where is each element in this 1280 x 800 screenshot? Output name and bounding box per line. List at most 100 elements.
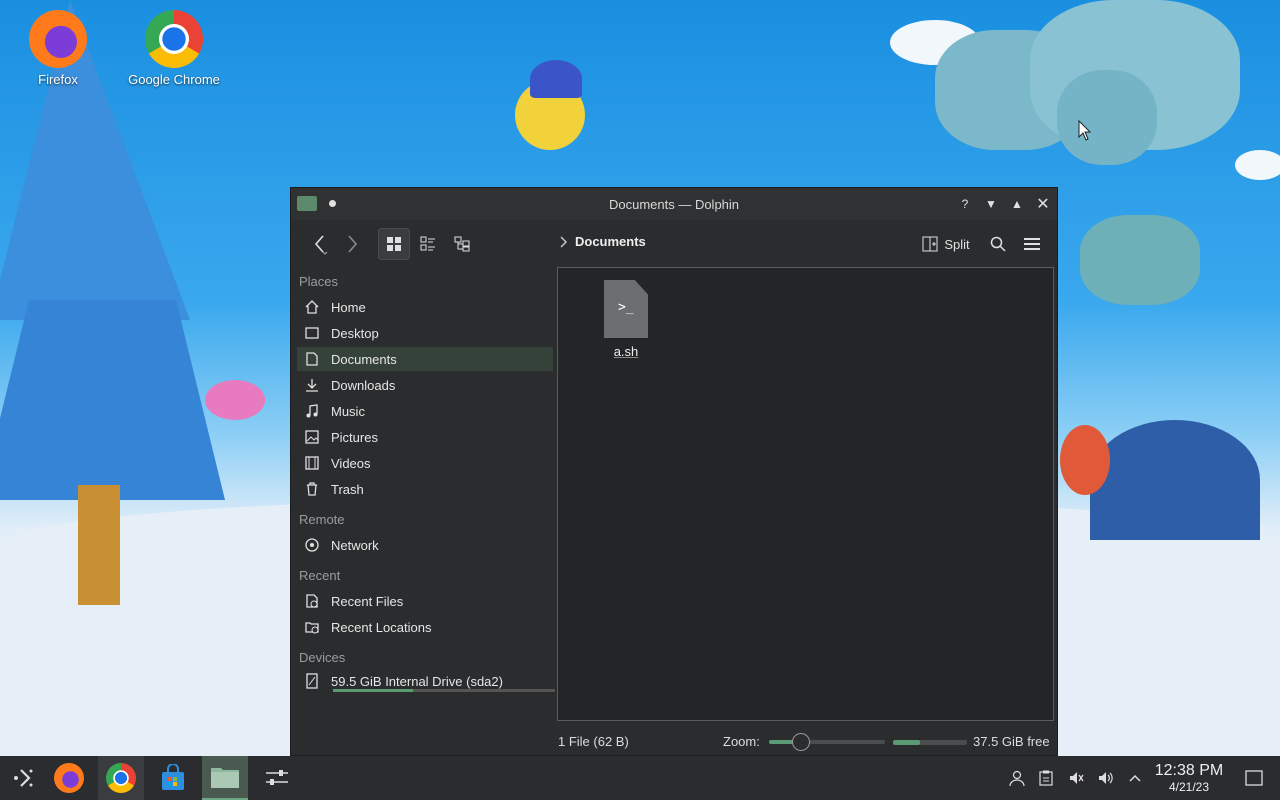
recent-locations-icon <box>303 618 321 636</box>
microphone-tray[interactable] <box>1062 756 1090 800</box>
user-icon <box>1009 770 1025 786</box>
close-button[interactable]: ✕ <box>1033 194 1053 214</box>
downloads-icon <box>303 376 321 394</box>
clock-date: 4/21/23 <box>1168 780 1210 794</box>
muted-speaker-icon <box>1070 772 1084 784</box>
zoom-slider[interactable] <box>769 733 885 751</box>
sidebar-item-trash[interactable]: Trash <box>297 477 553 501</box>
bush <box>1090 420 1260 540</box>
compact-view-button[interactable] <box>412 228 444 260</box>
music-icon <box>303 402 321 420</box>
drive-usage-fill <box>333 689 413 692</box>
clock-time: 12:38 PM <box>1154 762 1224 779</box>
firefox-icon <box>29 10 87 68</box>
speaker-icon <box>1099 772 1113 784</box>
chrome-icon <box>145 10 203 68</box>
forward-button[interactable] <box>337 228 367 260</box>
sidebar-item-recent-locations[interactable]: Recent Locations <box>297 615 553 639</box>
application-launcher-button[interactable] <box>0 756 46 800</box>
menu-button[interactable] <box>1017 228 1047 260</box>
sidebar-item-home[interactable]: Home <box>297 295 553 319</box>
help-icon: ? <box>961 197 969 211</box>
sidebar-item-label: Music <box>331 403 365 419</box>
sidebar-item-downloads[interactable]: Downloads <box>297 373 553 397</box>
details-view-button[interactable] <box>446 228 478 260</box>
places-panel: Places Home Desktop Documents Downloads … <box>291 266 555 726</box>
show-desktop-button[interactable] <box>1240 756 1268 800</box>
tree-trunk <box>78 485 120 605</box>
sidebar-item-videos[interactable]: Videos <box>297 451 553 475</box>
free-space-bar <box>893 740 967 745</box>
desktop-icon-firefox[interactable]: Firefox <box>8 10 108 87</box>
close-icon: ✕ <box>1036 196 1050 213</box>
split-view-icon <box>922 236 938 252</box>
window-titlebar[interactable]: Documents — Dolphin ? ▼ ▲ ✕ <box>291 188 1057 220</box>
status-bar: 1 File (62 B) Zoom: 37.5 GiB free <box>291 726 1057 756</box>
folder-icon <box>211 768 239 788</box>
back-button[interactable] <box>305 228 335 260</box>
section-header-places: Places <box>299 274 339 289</box>
show-desktop-icon <box>1245 770 1263 786</box>
taskbar-firefox[interactable] <box>46 756 92 800</box>
sidebar-item-label: Downloads <box>331 377 396 393</box>
firefox-icon <box>54 763 84 793</box>
maximize-button[interactable]: ▲ <box>1007 194 1027 214</box>
volume-tray[interactable] <box>1092 756 1120 800</box>
taskbar-dolphin[interactable] <box>202 756 248 800</box>
taskbar-chrome[interactable] <box>98 756 144 800</box>
file-view[interactable]: >_ a.sh <box>557 267 1054 721</box>
sidebar-item-label: Videos <box>331 455 371 471</box>
split-label: Split <box>944 236 970 252</box>
minimize-icon: ▼ <box>985 197 997 211</box>
tray-expander[interactable] <box>1121 756 1149 800</box>
search-button[interactable] <box>983 228 1013 260</box>
sidebar-item-label: Network <box>331 537 379 553</box>
sidebar-item-label: 59.5 GiB Internal Drive (sda2) <box>331 673 503 689</box>
chevron-left-icon <box>314 235 328 255</box>
sidebar-item-label: Recent Files <box>331 593 404 609</box>
recent-files-icon <box>303 592 321 610</box>
store-bag-icon <box>162 764 184 790</box>
breadcrumb[interactable]: Documents <box>559 234 646 249</box>
trash-icon <box>303 480 321 498</box>
sidebar-item-desktop[interactable]: Desktop <box>297 321 553 345</box>
clipboard-tray[interactable] <box>1032 756 1060 800</box>
minimize-button[interactable]: ▼ <box>981 194 1001 214</box>
desktop-icon-label: Google Chrome <box>128 72 220 87</box>
section-header-remote: Remote <box>299 512 345 527</box>
grid-view-icon <box>387 237 401 251</box>
sidebar-item-music[interactable]: Music <box>297 399 553 423</box>
drive-usage-bar <box>333 689 555 692</box>
user-switcher[interactable] <box>1003 756 1031 800</box>
sidebar-item-recent-files[interactable]: Recent Files <box>297 589 553 613</box>
shell-script-icon: >_ <box>604 280 648 338</box>
file-item[interactable]: >_ a.sh <box>596 280 656 359</box>
sidebar-item-internal-drive[interactable]: 59.5 GiB Internal Drive (sda2) <box>297 669 555 693</box>
sidebar-item-label: Desktop <box>331 325 379 341</box>
drive-icon <box>303 672 321 690</box>
help-button[interactable]: ? <box>955 194 975 214</box>
section-header-recent: Recent <box>299 568 341 583</box>
digital-clock[interactable]: 12:38 PM 4/21/23 <box>1148 762 1230 794</box>
file-name: a.sh <box>613 344 639 359</box>
documents-icon <box>303 350 321 368</box>
taskbar-discover[interactable] <box>150 756 196 800</box>
tree-view-icon <box>454 236 470 252</box>
breadcrumb-item-documents[interactable]: Documents <box>575 234 646 249</box>
split-button[interactable]: Split <box>917 228 975 260</box>
pictures-icon <box>303 428 321 446</box>
desktop-icon-chrome[interactable]: Google Chrome <box>124 10 224 87</box>
tree-bottom <box>0 300 225 500</box>
taskbar-settings[interactable] <box>254 756 300 800</box>
sidebar-item-network[interactable]: Network <box>297 533 553 557</box>
pink-hill <box>205 380 265 420</box>
sidebar-item-label: Pictures <box>331 429 378 445</box>
window-title: Documents — Dolphin <box>608 196 740 212</box>
zoom-slider-handle[interactable] <box>792 733 811 751</box>
status-summary: 1 File (62 B) <box>558 733 629 749</box>
sidebar-item-documents[interactable]: Documents <box>297 347 553 371</box>
icons-view-button[interactable] <box>378 228 410 260</box>
sidebar-item-pictures[interactable]: Pictures <box>297 425 553 449</box>
dolphin-window: Documents — Dolphin ? ▼ ▲ ✕ Documents Sp… <box>290 187 1058 756</box>
search-icon <box>990 236 1006 252</box>
